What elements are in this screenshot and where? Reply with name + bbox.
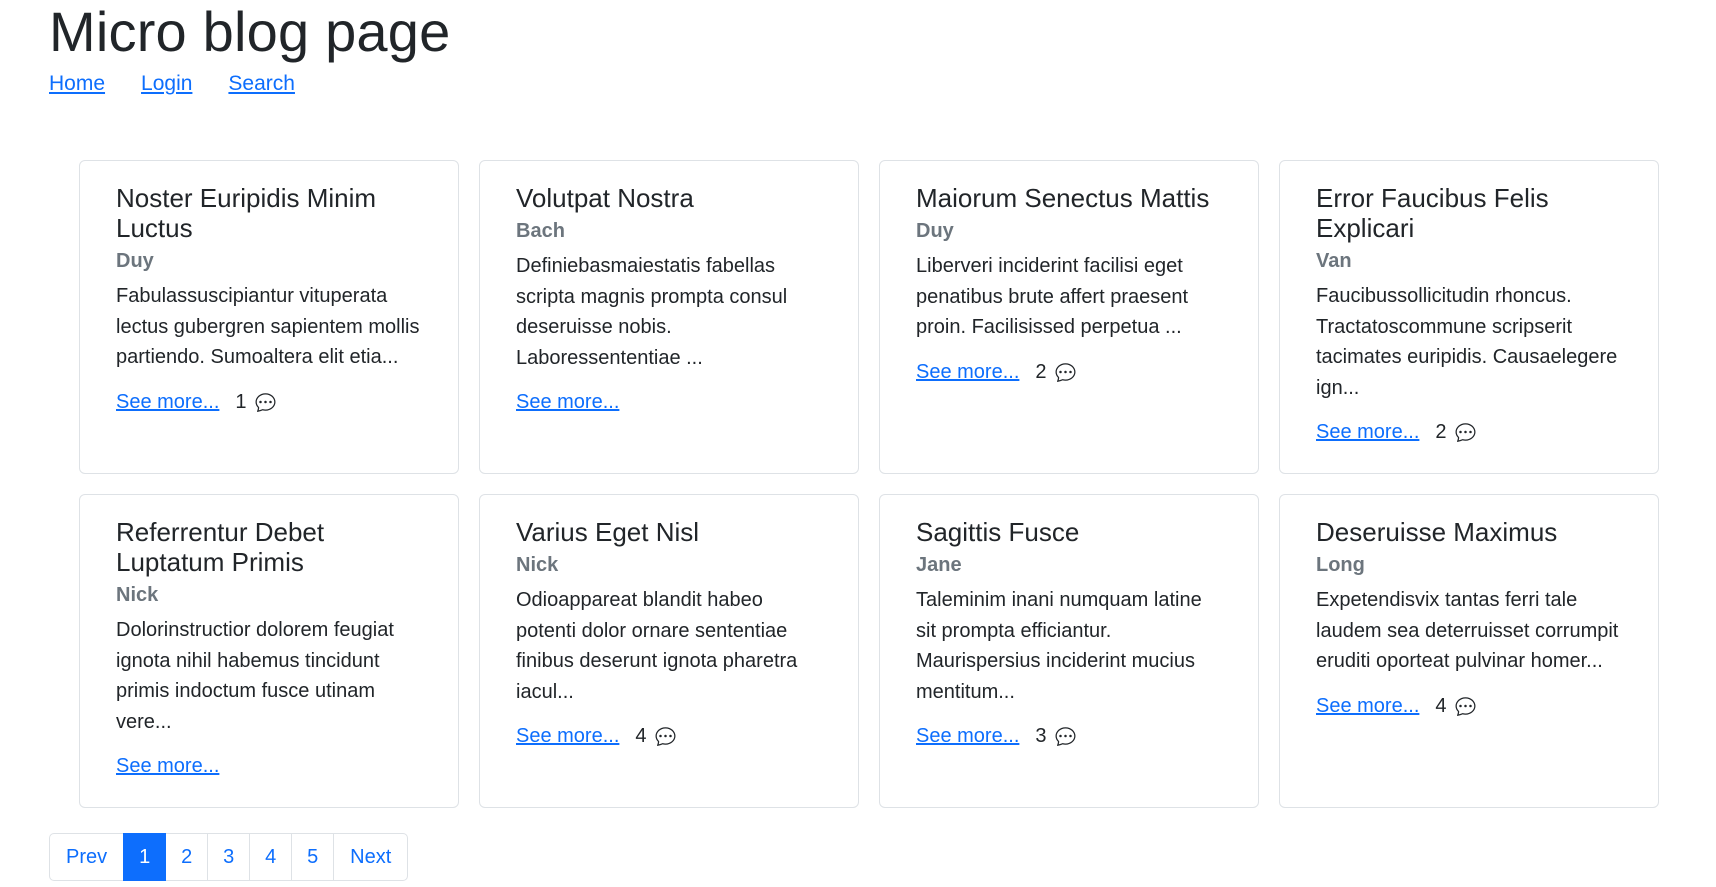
post-title: Maiorum Senectus Mattis: [916, 183, 1210, 213]
post-author: Nick: [116, 584, 159, 606]
post-excerpt: Definiebasmaiestatis fabellas scripta ma…: [516, 255, 788, 369]
see-more-link[interactable]: See more...: [916, 723, 1019, 749]
post-title: Referrentur Debet Luptatum Primis: [116, 517, 325, 577]
post-footer: See more...: [516, 389, 822, 415]
pagination-page-5[interactable]: 5: [291, 833, 335, 881]
post-footer: See more... 1: [116, 389, 422, 415]
post-author: Long: [1316, 554, 1365, 576]
see-more-link[interactable]: See more...: [116, 389, 219, 415]
post-excerpt: Fabulassuscipiantur vituperata lectus gu…: [116, 285, 420, 368]
post-card: Noster Euripidis Minim Luctus Duy Fabulass…: [79, 160, 459, 474]
pagination: Prev 1 2 3 4 5 Next: [49, 833, 409, 881]
post-card: Maiorum Senectus Mattis Duy Liberveri inci…: [879, 160, 1259, 474]
post-author: Duy: [116, 250, 154, 272]
post-title: Sagittis Fusce: [916, 517, 1080, 547]
page-title: Micro blog page: [49, 0, 451, 63]
post-card: Deseruisse Maximus Long Expetendisvix tant…: [1279, 494, 1659, 808]
post-excerpt: Faucibussollicitudin rhoncus. Tractatosc…: [1316, 285, 1618, 399]
comment-count: 2: [1435, 421, 1447, 443]
post-footer: See more... 3: [916, 723, 1222, 749]
post-excerpt: Dolorinstructior dolorem feugiat ignota …: [116, 619, 394, 733]
chat-bubble-icon: [1055, 362, 1076, 382]
pagination-page-2[interactable]: 2: [165, 833, 209, 881]
post-grid: Noster Euripidis Minim Luctus Duy Fabulass…: [79, 160, 1659, 808]
nav-link-search[interactable]: Search: [228, 72, 295, 96]
pagination-prev[interactable]: Prev: [49, 833, 125, 881]
top-nav: Home Login Search: [49, 72, 295, 96]
see-more-link[interactable]: See more...: [1316, 693, 1419, 719]
see-more-link[interactable]: See more...: [516, 389, 619, 415]
post-excerpt: Odioappareat blandit habeo potenti dolor…: [516, 589, 798, 703]
post-title: Noster Euripidis Minim Luctus: [116, 183, 377, 243]
chat-bubble-icon: [1455, 422, 1476, 442]
comment-count: 4: [635, 725, 647, 747]
chat-bubble-icon: [1055, 726, 1076, 746]
post-card: Sagittis Fusce Jane Taleminim inani numqua…: [879, 494, 1259, 808]
chat-bubble-icon: [655, 726, 676, 746]
nav-link-login[interactable]: Login: [141, 72, 192, 96]
post-author: Van: [1316, 250, 1352, 272]
post-title: Error Faucibus Felis Explicari: [1316, 183, 1549, 243]
post-footer: See more...: [116, 753, 422, 779]
see-more-link[interactable]: See more...: [116, 753, 219, 779]
post-excerpt: Taleminim inani numquam latine sit promp…: [916, 589, 1202, 703]
post-footer: See more... 4: [516, 723, 822, 749]
post-excerpt: Liberveri inciderint facilisi eget penat…: [916, 255, 1189, 338]
see-more-link[interactable]: See more...: [916, 359, 1019, 385]
chat-bubble-icon: [255, 392, 276, 412]
see-more-link[interactable]: See more...: [1316, 419, 1419, 445]
post-footer: See more... 2: [916, 359, 1222, 385]
post-card: Referrentur Debet Luptatum Primis Nick Dol…: [79, 494, 459, 808]
comment-count: 3: [1035, 725, 1047, 747]
pagination-page-4[interactable]: 4: [249, 833, 293, 881]
comment-count: 4: [1435, 694, 1447, 717]
pagination-page-3[interactable]: 3: [207, 833, 251, 881]
see-more-link[interactable]: See more...: [516, 723, 619, 749]
post-excerpt: Expetendisvix tantas ferri tale laudem s…: [1316, 589, 1619, 672]
chat-bubble-icon: [1455, 696, 1476, 716]
post-title: Volutpat Nostra: [516, 183, 694, 213]
post-title: Deseruisse Maximus: [1316, 517, 1558, 547]
comment-count: 1: [235, 390, 247, 413]
post-footer: See more... 4: [1316, 693, 1622, 719]
post-author: Bach: [516, 220, 565, 242]
post-footer: See more... 2: [1316, 419, 1622, 445]
post-card: Volutpat Nostra Bach Definiebasmaiestatis …: [479, 160, 859, 474]
post-author: Duy: [916, 220, 954, 242]
post-title: Varius Eget Nisl: [516, 517, 700, 547]
post-author: Jane: [916, 554, 962, 576]
pagination-page-1[interactable]: 1: [123, 833, 167, 881]
comment-count: 2: [1035, 360, 1047, 383]
post-card: Error Faucibus Felis Explicari Van Faucibu…: [1279, 160, 1659, 474]
post-author: Nick: [516, 554, 559, 576]
post-card: Varius Eget Nisl Nick Odioappareat blandit…: [479, 494, 859, 808]
pagination-next[interactable]: Next: [333, 833, 409, 881]
nav-link-home[interactable]: Home: [49, 72, 105, 96]
